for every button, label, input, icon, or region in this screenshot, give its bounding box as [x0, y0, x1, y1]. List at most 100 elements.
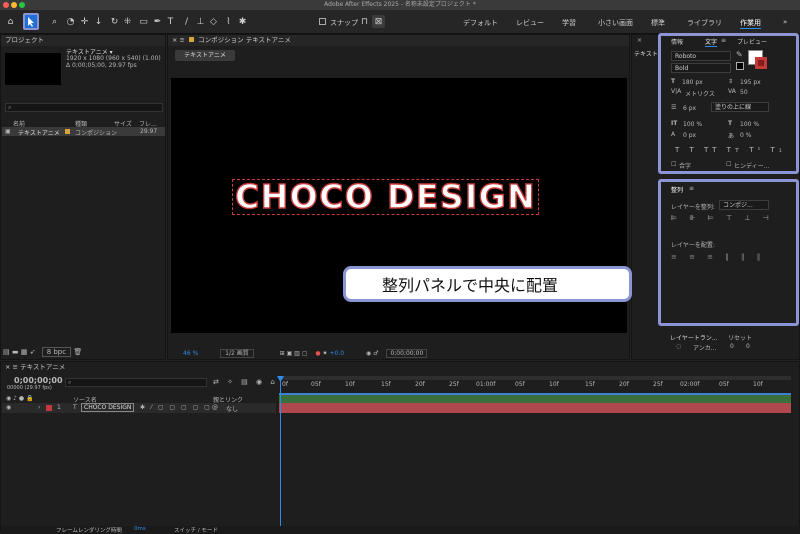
menu-icon[interactable]: ≡	[180, 36, 185, 44]
font-size-value[interactable]: 180 px	[682, 79, 703, 86]
layer-duration-bar[interactable]	[279, 403, 791, 413]
tracking-value[interactable]: 50	[740, 89, 748, 96]
project-search-input[interactable]: ⌕	[5, 103, 163, 112]
comp-tab[interactable]: テキストアニメ	[175, 50, 235, 61]
hindi-checkbox-icon[interactable]: ☐	[726, 161, 731, 168]
bpc-button[interactable]: 8 bpc	[41, 347, 72, 357]
tab-character[interactable]: 文字	[705, 37, 718, 47]
ligature-checkbox-icon[interactable]: ☐	[671, 161, 676, 168]
workspace-small-screen[interactable]: 小さい画面	[598, 18, 633, 28]
work-area-bar[interactable]	[279, 376, 791, 380]
orbit-tool-icon[interactable]: ◔	[64, 15, 77, 28]
workspace-libraries[interactable]: ライブラリ	[687, 18, 722, 28]
stroke-width-value[interactable]: 6 px	[683, 105, 696, 112]
align-to-select[interactable]: コンポジ...	[719, 200, 769, 210]
menu-icon[interactable]: ≡	[13, 363, 18, 371]
font-family-select[interactable]: Roboto	[671, 51, 731, 61]
clone-stamp-tool-icon[interactable]: ⊥	[194, 15, 207, 28]
tab-preview[interactable]: プレビュー	[737, 37, 767, 46]
workspace-default[interactable]: デフォルト	[463, 18, 498, 28]
font-style-select[interactable]: Bold	[671, 63, 731, 73]
layer-switches-icons[interactable]: ✱ ⁄ ▢ ▢ ▢ ▢ ▢	[140, 404, 212, 411]
anchor-x-value[interactable]: 0	[730, 343, 734, 350]
snap-edges-icon[interactable]: ⊠	[372, 15, 385, 28]
comp-timecode[interactable]: 0;00;00;00	[386, 349, 428, 358]
close-icon[interactable]: ×	[172, 36, 177, 44]
dolly-tool-icon[interactable]: ↓	[92, 15, 105, 28]
workspace-working[interactable]: 作業用	[740, 18, 761, 29]
zoom-tool-icon[interactable]: ⌕	[48, 15, 61, 28]
color-channel-icon[interactable]: ●	[315, 350, 320, 357]
minimize-window-icon[interactable]	[11, 2, 17, 8]
workspace-review[interactable]: レビュー	[516, 18, 544, 28]
stroke-color-swatch[interactable]	[755, 57, 767, 69]
workspace-learn[interactable]: 学習	[562, 18, 576, 28]
brush-tool-icon[interactable]: /	[180, 15, 193, 28]
tsume-value[interactable]: 0 %	[740, 132, 751, 139]
anchor-y-value[interactable]: 0	[746, 343, 750, 350]
pickwhip-icon[interactable]: @	[212, 404, 218, 411]
home-icon[interactable]: ⌂	[4, 15, 17, 28]
expand-icon[interactable]: ›	[38, 404, 40, 411]
anchor-point-tool-icon[interactable]: ⁜	[121, 15, 134, 28]
show-snapshot-icon[interactable]: ♂	[373, 350, 378, 357]
tab-info[interactable]: 情報	[671, 37, 683, 46]
baseline-shift-value[interactable]: 0 px	[683, 132, 696, 139]
exposure-value[interactable]: +0.0	[329, 350, 344, 357]
trash-icon[interactable]: 🗑	[73, 348, 82, 356]
horizontal-scale-value[interactable]: 100 %	[740, 121, 759, 128]
snap-checkbox-icon[interactable]	[316, 15, 329, 28]
flowchart-icon[interactable]: ➶	[30, 348, 36, 356]
interpret-footage-icon[interactable]: ▤	[3, 348, 10, 356]
exposure-icon[interactable]: ✷	[323, 350, 328, 357]
vertical-scale-value[interactable]: 100 %	[683, 121, 702, 128]
zoom-value[interactable]: 46 %	[183, 350, 198, 357]
more-workspaces-icon[interactable]: »	[783, 18, 787, 26]
quality-select[interactable]: 1/2 画質	[220, 349, 254, 358]
snap-options-icon[interactable]: ⊓	[358, 15, 371, 28]
close-icon[interactable]: ×	[637, 37, 642, 44]
puppet-tool-icon[interactable]: ✱	[236, 15, 249, 28]
stroke-mode-select[interactable]: 塗りの上に線	[711, 102, 769, 112]
project-row[interactable]: ▣ テキストアニメ コンポジション 29.97	[2, 127, 165, 137]
timeline-search-input[interactable]: ⌕	[65, 378, 207, 387]
zoom-window-icon[interactable]	[19, 2, 25, 8]
type-tool-icon[interactable]: T	[164, 15, 177, 28]
eraser-tool-icon[interactable]: ◇	[207, 15, 220, 28]
new-folder-icon[interactable]: ▬	[12, 348, 19, 356]
grid-icon[interactable]: ⊞ ▣ ▥ ▢	[280, 350, 308, 357]
new-comp-icon[interactable]: ▦	[21, 348, 28, 356]
label-color-swatch[interactable]	[65, 129, 70, 134]
menu-icon[interactable]: ≡	[721, 37, 726, 44]
parent-select[interactable]: なし	[226, 404, 238, 413]
comp-text-layer[interactable]: CHOCO DESIGN	[231, 179, 540, 215]
visibility-icon[interactable]: ◉	[6, 404, 11, 411]
av-switches-icons[interactable]: ◉ ♪ ● 🔒	[6, 395, 34, 402]
faux-style-icons[interactable]: T T TT Tт T¹ T₁	[675, 146, 786, 154]
playhead[interactable]	[280, 376, 281, 526]
roto-brush-tool-icon[interactable]: ⌇	[222, 15, 235, 28]
close-icon[interactable]: ×	[5, 363, 10, 371]
rotate-tool-icon[interactable]: ↻	[108, 15, 121, 28]
align-buttons-icons[interactable]: ⊫ ⊪ ⊨ ⊤ ⊥ ⊣	[671, 214, 774, 222]
eyedropper-icon[interactable]: ✎	[736, 50, 743, 59]
layer-name[interactable]: CHOCO DESIGN	[81, 403, 135, 412]
kerning-value[interactable]: メトリクス	[685, 89, 715, 98]
timeline-switches-icons[interactable]: ⇄ ✧ ▤ ◉ ⌂	[213, 378, 278, 386]
distribute-buttons-icons[interactable]: ≡ ≡ ≡ ‖ ‖ ‖	[671, 253, 765, 261]
transform-reset[interactable]: リセット	[728, 333, 752, 342]
layer-label-color[interactable]	[46, 405, 52, 411]
timeline-tab[interactable]: テキストアニメ	[20, 363, 65, 371]
leading-value[interactable]: 195 px	[740, 79, 761, 86]
timeline-timecode[interactable]: 0;00;00;00	[14, 376, 63, 385]
black-swatch[interactable]	[736, 62, 744, 70]
layer-row[interactable]: ◉ › 1 T CHOCO DESIGN ✱ ⁄ ▢ ▢ ▢ ▢ ▢ @ なし	[2, 403, 276, 413]
pan-tool-icon[interactable]: ✛	[78, 15, 91, 28]
snapshot-icon[interactable]: ◉	[366, 350, 371, 357]
selection-tool-icon[interactable]	[23, 13, 39, 30]
close-window-icon[interactable]	[3, 2, 9, 8]
workspace-standard[interactable]: 標準	[651, 18, 665, 28]
rectangle-tool-icon[interactable]: ▭	[137, 15, 150, 28]
menu-icon[interactable]: ≡	[689, 185, 694, 192]
pen-tool-icon[interactable]: ✒	[151, 15, 164, 28]
